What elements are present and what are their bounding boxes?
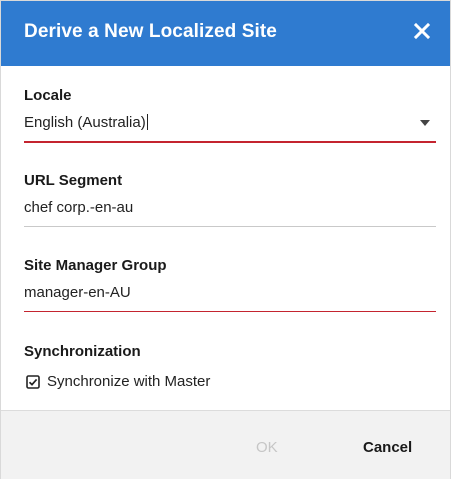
- locale-select[interactable]: English (Australia): [24, 114, 148, 131]
- site-manager-group-label: Site Manager Group: [24, 257, 167, 274]
- url-segment-input[interactable]: chef corp.-en-au: [24, 199, 133, 216]
- synchronization-section: Synchronization Synchronize with Master: [24, 343, 436, 390]
- dialog-title: Derive a New Localized Site: [24, 21, 277, 42]
- locale-value: English (Australia): [24, 114, 146, 131]
- synchronize-checkbox-label: Synchronize with Master: [47, 373, 211, 390]
- dialog-footer: OK Cancel: [1, 410, 450, 479]
- ok-button[interactable]: OK: [256, 439, 278, 456]
- checkbox-checked-icon[interactable]: [26, 374, 40, 389]
- dialog-header: Derive a New Localized Site: [1, 1, 450, 66]
- site-manager-group-input[interactable]: manager-en-AU: [24, 284, 131, 301]
- derive-localized-site-dialog: Derive a New Localized Site Locale Engli…: [0, 0, 451, 479]
- url-segment-label: URL Segment: [24, 172, 123, 189]
- synchronization-label: Synchronization: [24, 343, 141, 360]
- chevron-down-icon[interactable]: [420, 120, 430, 126]
- site-manager-group-underline: [24, 311, 436, 312]
- cancel-button[interactable]: Cancel: [363, 439, 412, 456]
- close-icon[interactable]: [411, 19, 433, 43]
- locale-underline: [24, 141, 436, 143]
- text-caret: [146, 114, 148, 130]
- synchronize-checkbox[interactable]: Synchronize with Master: [26, 373, 210, 390]
- url-segment-underline: [24, 226, 436, 227]
- locale-label: Locale: [24, 87, 72, 104]
